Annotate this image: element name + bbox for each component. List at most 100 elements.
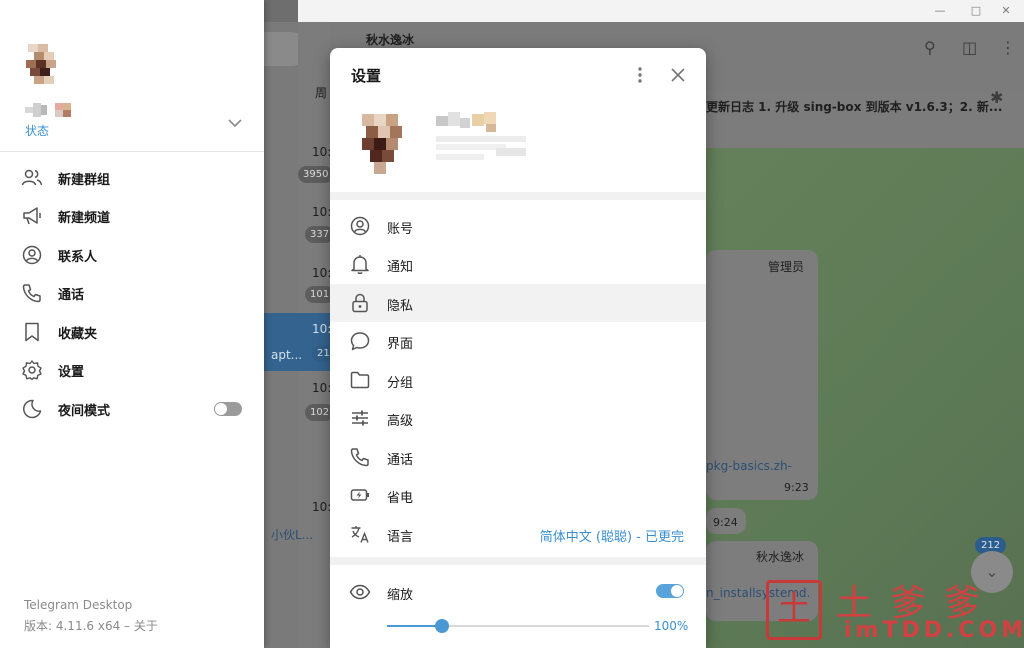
- chat-bubble-icon: [350, 332, 370, 351]
- settings-item-label: 语言: [387, 530, 414, 545]
- user-avatar[interactable]: [24, 44, 64, 84]
- settings-item-label: 分组: [387, 376, 414, 391]
- settings-item-label: 省电: [387, 491, 414, 506]
- list-time: 10:: [312, 322, 332, 336]
- list-snippet: apt...: [271, 348, 303, 362]
- zoom-slider-fill: [387, 625, 443, 627]
- settings-item-zoom[interactable]: 缩放: [330, 573, 706, 611]
- menu-item-label: 新建频道: [58, 211, 111, 226]
- settings-item-folders[interactable]: 分组: [330, 361, 706, 399]
- dialog-title: 设置: [351, 67, 382, 85]
- account-icon: [350, 216, 370, 236]
- app-version-about[interactable]: 版本: 4.11.6 x64 – 关于: [24, 617, 158, 634]
- menu-item-label: 通话: [58, 288, 85, 303]
- message-time: 9:23: [784, 481, 809, 494]
- settings-item-privacy[interactable]: 隐私: [330, 284, 706, 322]
- menu-item-calls[interactable]: 通话: [0, 273, 264, 311]
- minimize-icon[interactable]: —: [930, 2, 950, 20]
- close-icon[interactable]: [668, 65, 688, 85]
- list-snippet: 小伙L...: [271, 528, 314, 542]
- menu-item-label: 新建群组: [58, 173, 111, 188]
- search-icon[interactable]: ⚲: [924, 38, 936, 57]
- settings-item-label: 缩放: [387, 588, 414, 603]
- zoom-slider[interactable]: [387, 619, 649, 633]
- message-time: 9:24: [713, 516, 738, 529]
- lock-icon: [352, 293, 368, 313]
- watermark-box: 土: [766, 580, 822, 640]
- contacts-icon: [22, 245, 42, 265]
- unread-badge: 3950: [298, 166, 334, 183]
- settings-item-advanced[interactable]: 高级: [330, 399, 706, 437]
- chevron-down-icon[interactable]: [226, 114, 244, 132]
- list-time: 10:: [312, 500, 332, 514]
- sliders-icon: [352, 410, 368, 426]
- menu-item-saved[interactable]: 收藏夹: [0, 312, 264, 350]
- main-menu-drawer: 状态 新建群组 新建频道 联系人 通话 收藏夹 设置 夜间模式 Telegram…: [0, 0, 264, 648]
- message-sender: 秋水逸冰: [756, 550, 805, 564]
- battery-icon: [350, 489, 369, 501]
- chat-title: 秋水逸冰: [366, 33, 415, 47]
- calls-icon: [22, 284, 41, 303]
- user-name-pixelated: [25, 103, 71, 117]
- app-name: Telegram Desktop: [24, 598, 133, 612]
- settings-item-calls[interactable]: 通话: [330, 438, 706, 476]
- section-divider: [330, 557, 706, 565]
- menu-item-label: 收藏夹: [58, 327, 98, 342]
- list-time: 10:: [312, 266, 332, 280]
- translate-icon: [351, 526, 369, 543]
- settings-item-label: 界面: [387, 337, 414, 352]
- list-time: 周: [315, 86, 328, 100]
- settings-dialog: 设置 账号 通知 隐私 界面 分组 高级 通话 省电 语言 简体中文 (聪聪) …: [330, 48, 706, 648]
- settings-item-power-saving[interactable]: 省电: [330, 476, 706, 514]
- message-sender: 管理员: [768, 260, 805, 274]
- menu-item-new-channel[interactable]: 新建频道: [0, 196, 264, 234]
- settings-item-label: 通知: [387, 260, 414, 275]
- list-time: 10:: [312, 381, 332, 395]
- menu-item-label: 夜间模式: [58, 404, 111, 419]
- sidebar-toggle-icon[interactable]: ◫: [962, 38, 977, 57]
- settings-item-label: 账号: [387, 222, 414, 237]
- settings-item-label: 通话: [387, 453, 414, 468]
- watermark-en: imTDD.COM: [844, 618, 1024, 643]
- profile-avatar[interactable]: [360, 114, 410, 174]
- unpin-icon[interactable]: ✱: [990, 88, 1003, 107]
- settings-item-account[interactable]: 账号: [330, 207, 706, 245]
- zoom-slider-thumb[interactable]: [435, 619, 450, 633]
- settings-item-language[interactable]: 语言 简体中文 (聪聪) - 已更完: [330, 515, 706, 553]
- section-divider: [330, 192, 706, 200]
- phone-icon: [350, 448, 369, 467]
- night-mode-toggle[interactable]: [214, 402, 242, 416]
- message-link[interactable]: pkg-basics.zh-: [706, 459, 792, 473]
- watermark-logo: 土 土爹爹 imTDD.COM: [766, 580, 1023, 644]
- saved-messages-icon: [25, 322, 39, 342]
- zoom-value: 100%: [654, 619, 689, 633]
- maximize-icon[interactable]: □: [966, 2, 986, 20]
- zoom-toggle[interactable]: [656, 584, 684, 598]
- night-mode-icon: [23, 399, 42, 419]
- settings-icon: [22, 360, 42, 381]
- settings-item-notifications[interactable]: 通知: [330, 245, 706, 283]
- settings-item-label: 隐私: [387, 299, 414, 314]
- bell-icon: [351, 255, 369, 274]
- more-vertical-icon[interactable]: [630, 64, 650, 86]
- status-link[interactable]: 状态: [25, 122, 49, 139]
- pinned-message-text: 更新日志 1. 升级 sing-box 到版本 v1.6.3；2. 新...: [706, 100, 1003, 114]
- eye-icon: [349, 584, 371, 600]
- more-vertical-icon[interactable]: ⋮: [1000, 38, 1016, 57]
- folder-icon: [350, 371, 370, 389]
- window-titlebar: — □ ✕: [298, 0, 1024, 22]
- menu-item-night-mode[interactable]: 夜间模式: [0, 389, 264, 427]
- menu-item-label: 联系人: [58, 250, 98, 265]
- list-time: 10:: [312, 205, 332, 219]
- menu-item-contacts[interactable]: 联系人: [0, 235, 264, 273]
- menu-item-settings[interactable]: 设置: [0, 350, 264, 388]
- list-time: 10:: [312, 145, 332, 159]
- close-icon[interactable]: ✕: [996, 2, 1016, 20]
- profile-name-pixelated: [436, 112, 526, 160]
- new-group-icon: [21, 169, 43, 186]
- settings-item-interface[interactable]: 界面: [330, 322, 706, 360]
- language-value[interactable]: 简体中文 (聪聪) - 已更完: [540, 526, 684, 545]
- menu-item-new-group[interactable]: 新建群组: [0, 158, 264, 196]
- settings-item-label: 高级: [387, 414, 414, 429]
- drawer-divider: [0, 151, 264, 152]
